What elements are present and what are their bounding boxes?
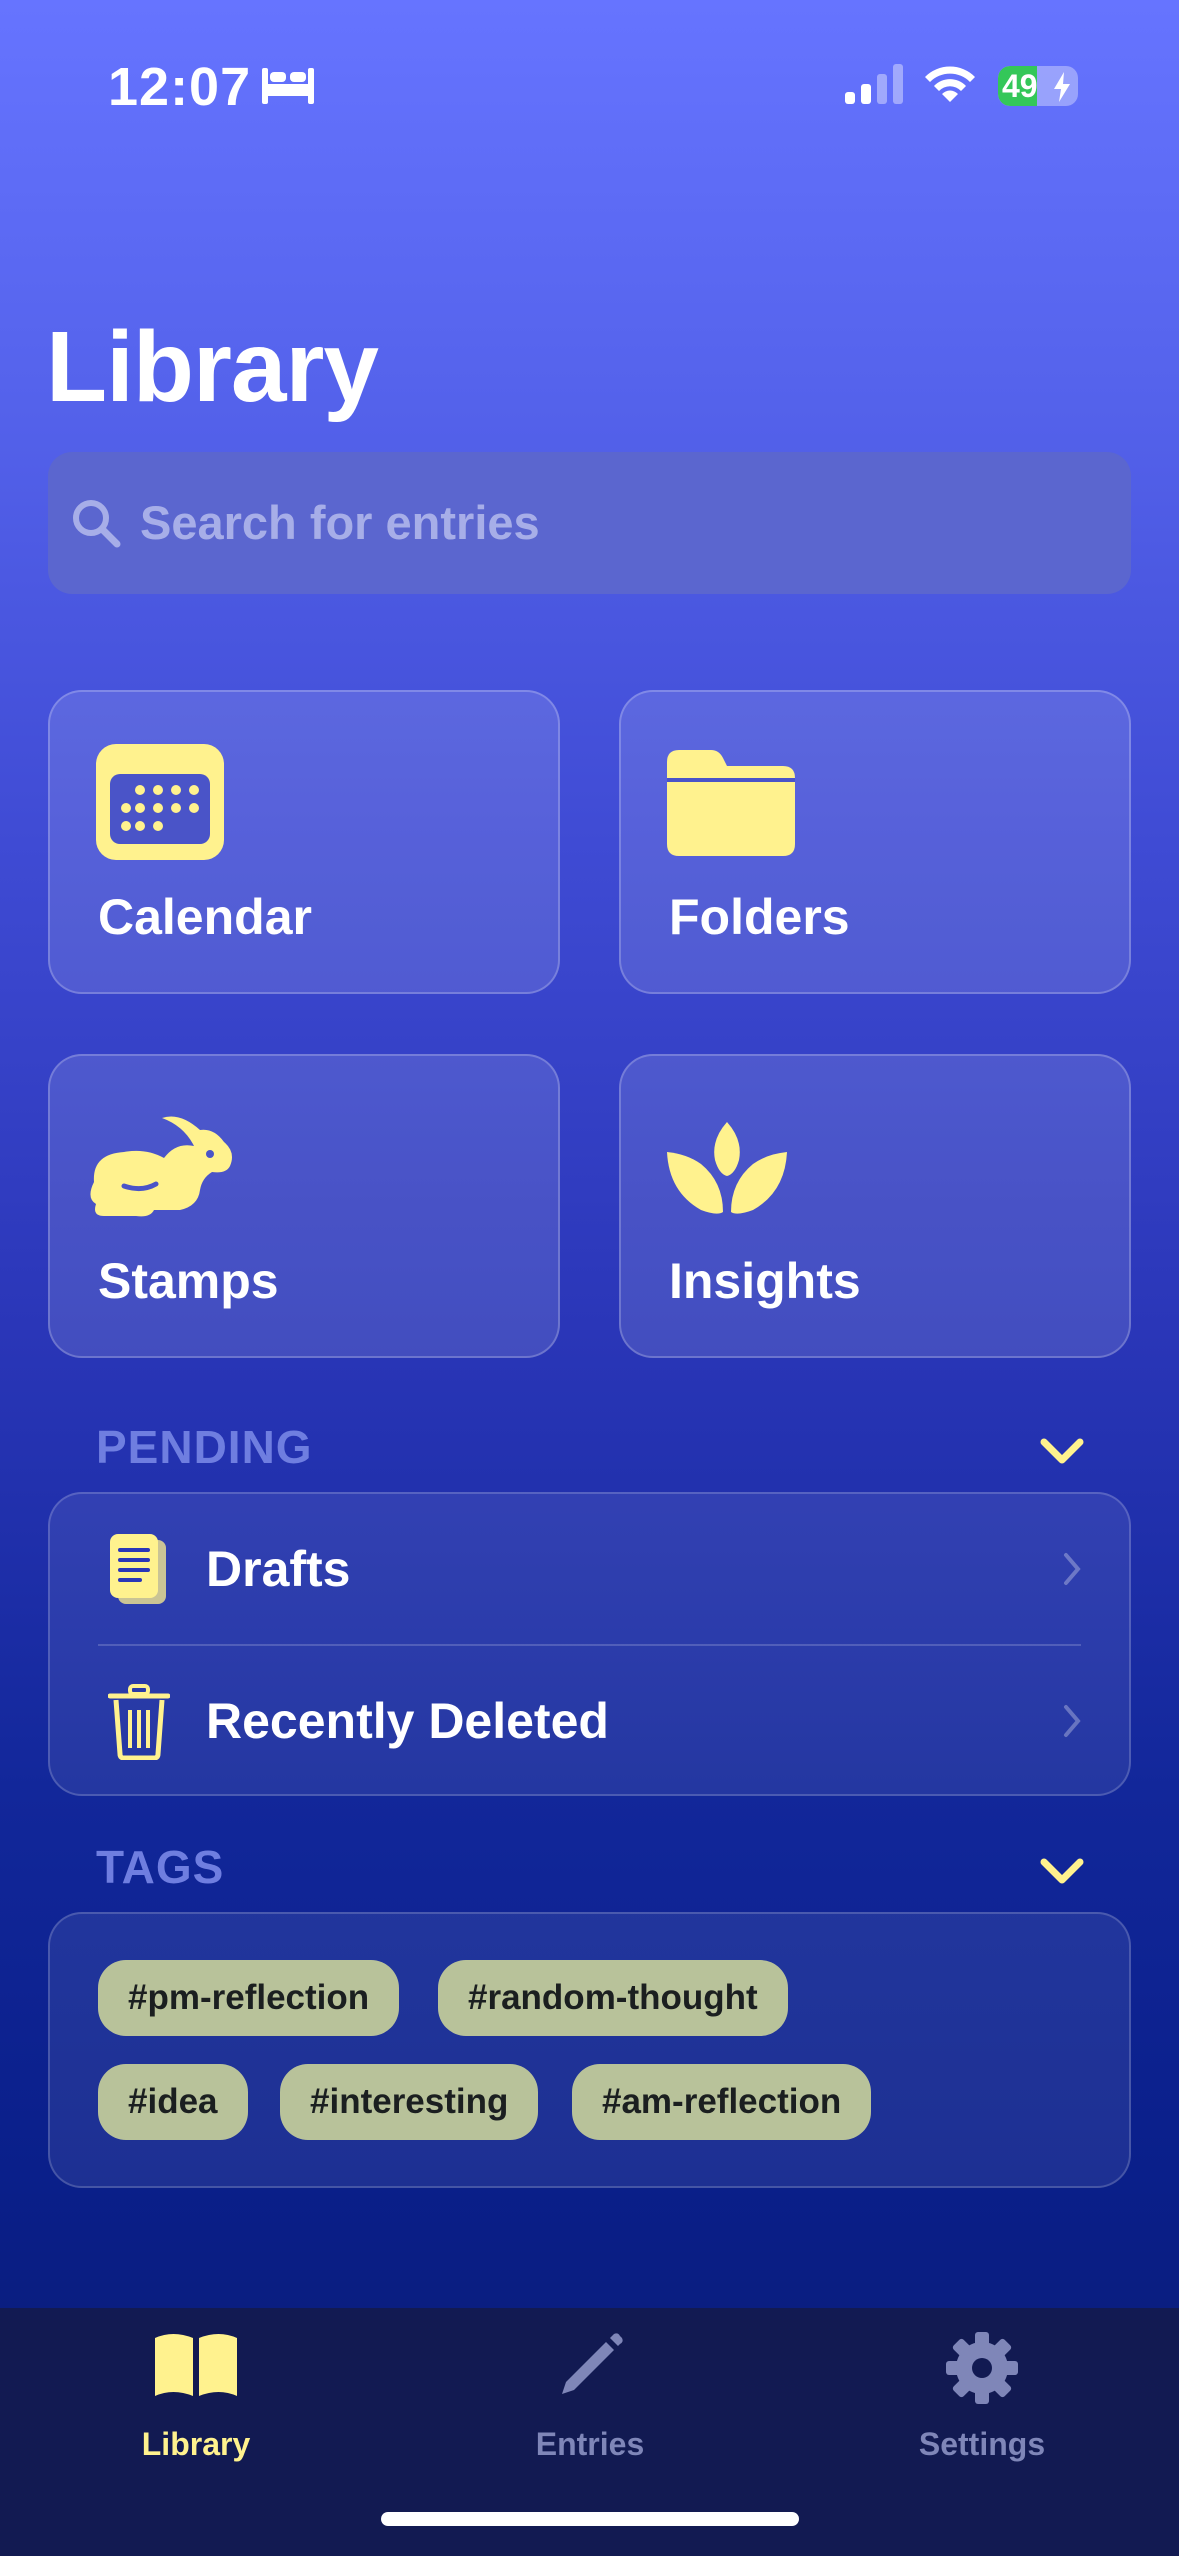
tab-settings[interactable]: Settings: [832, 2308, 1132, 2508]
card-label: Calendar: [98, 889, 312, 945]
status-time: 12:07: [108, 57, 252, 117]
insights-card[interactable]: Insights: [619, 1054, 1131, 1358]
card-label: Stamps: [98, 1253, 279, 1309]
tag-chip[interactable]: #pm-reflection: [98, 1960, 400, 2036]
tag-chip[interactable]: #am-reflection: [572, 2064, 872, 2140]
drafts-icon: [110, 1534, 166, 1604]
chevron-down-icon[interactable]: [1040, 1856, 1084, 1886]
trash-icon: [108, 1684, 170, 1760]
tab-label: Settings: [918, 2426, 1046, 2462]
tag-chip[interactable]: #interesting: [280, 2064, 539, 2140]
tab-label: Library: [141, 2426, 251, 2462]
wifi-icon: [925, 66, 975, 102]
search-bar[interactable]: [48, 452, 1131, 594]
tab-label: Entries: [535, 2426, 645, 2462]
chevron-right-icon: [1064, 1553, 1081, 1585]
search-input[interactable]: [140, 452, 1090, 594]
folder-icon: [667, 750, 795, 856]
stamps-card[interactable]: Stamps: [48, 1054, 560, 1358]
book-icon: [155, 2334, 237, 2396]
pencil-icon: [562, 2333, 623, 2394]
battery-level: 49: [1002, 68, 1038, 104]
tag-chip[interactable]: #idea: [98, 2064, 248, 2140]
list-item-recently-deleted[interactable]: Recently Deleted: [50, 1646, 1129, 1796]
calendar-card[interactable]: Calendar: [48, 690, 560, 994]
calendar-icon: [96, 744, 224, 860]
list-item-label: Recently Deleted: [206, 1693, 609, 1749]
chevron-down-icon[interactable]: [1040, 1436, 1084, 1466]
tab-library[interactable]: Library: [46, 2308, 346, 2508]
tags-group: #pm-reflection #random-thought #idea #in…: [48, 1912, 1131, 2188]
list-item-drafts[interactable]: Drafts: [50, 1494, 1129, 1646]
tab-bar: Library Entries Settings: [0, 2308, 1179, 2556]
tags-header: TAGS: [96, 1841, 225, 1893]
pending-header: PENDING: [96, 1421, 313, 1473]
gear-icon: [946, 2332, 1018, 2404]
folders-card[interactable]: Folders: [619, 690, 1131, 994]
list-item-label: Drafts: [206, 1541, 351, 1597]
search-icon: [73, 500, 121, 548]
card-label: Insights: [669, 1253, 861, 1309]
chevron-right-icon: [1064, 1705, 1081, 1737]
tab-entries[interactable]: Entries: [440, 2308, 740, 2508]
page-title: Library: [46, 311, 379, 423]
pending-group: Drafts Recently Deleted: [48, 1492, 1131, 1796]
signal-icon: [845, 64, 903, 104]
bed-icon: [262, 68, 314, 104]
card-label: Folders: [669, 889, 850, 945]
bolt-icon: [1054, 72, 1070, 102]
leaf-icon: [667, 1122, 787, 1214]
rabbit-icon: [90, 1116, 232, 1217]
tag-chip[interactable]: #random-thought: [438, 1960, 788, 2036]
home-indicator[interactable]: [381, 2512, 799, 2526]
